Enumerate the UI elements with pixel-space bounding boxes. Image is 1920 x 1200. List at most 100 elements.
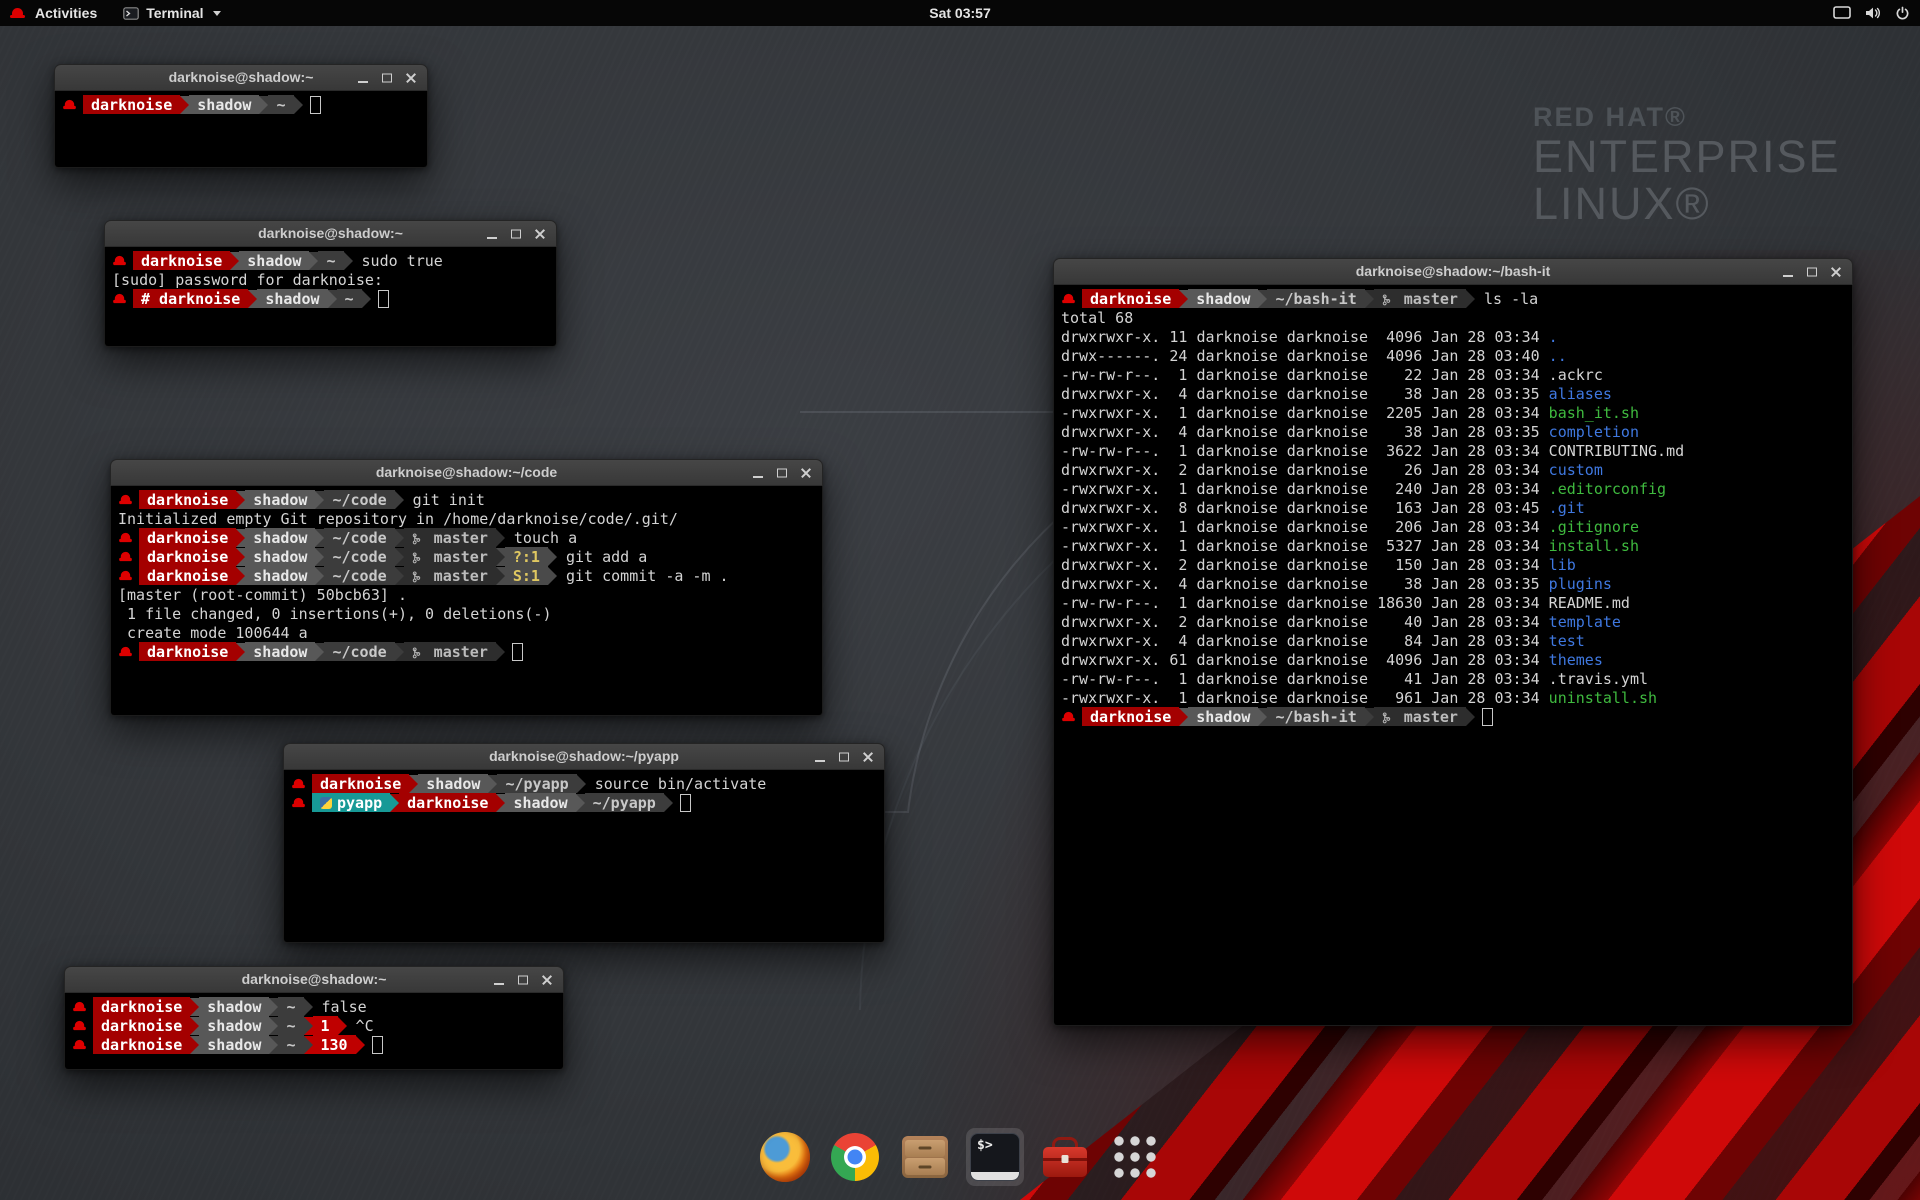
terminal-content[interactable]: darknoiseshadow~ sudo true[sudo] passwor… bbox=[104, 247, 557, 347]
terminal-line: # darknoiseshadow~ bbox=[112, 289, 549, 308]
prompt-segment-host: shadow bbox=[239, 251, 309, 270]
powerline-separator bbox=[1365, 290, 1374, 308]
prompt-segment-host: shadow bbox=[418, 774, 488, 793]
redhat-logo-icon bbox=[10, 7, 25, 20]
terminal-text: -rwxrwxr-x. 1 darknoise darknoise 5327 J… bbox=[1061, 537, 1549, 555]
window-titlebar[interactable]: darknoise@shadow:~ bbox=[104, 220, 557, 247]
terminal-text: git add a bbox=[557, 548, 647, 566]
terminal-text: uninstall.sh bbox=[1549, 689, 1657, 707]
rhel-brand-logo: RED HAT® ENTERPRISE LINUX® bbox=[1533, 102, 1841, 227]
powerline-separator bbox=[1179, 290, 1188, 308]
prompt-segment-path: ~/pyapp bbox=[585, 793, 664, 812]
terminal-line: -rwxrwxr-x. 1 darknoise darknoise 2205 J… bbox=[1061, 403, 1845, 422]
activities-button[interactable]: Activities bbox=[31, 0, 107, 26]
terminal-text: completion bbox=[1549, 423, 1639, 441]
chrome-icon bbox=[831, 1133, 879, 1181]
powerline-separator bbox=[395, 491, 404, 509]
powerline-separator bbox=[1466, 708, 1475, 726]
maximize-button[interactable] bbox=[511, 967, 535, 992]
powerline-separator bbox=[496, 567, 505, 585]
dock-item-toolbox[interactable] bbox=[1036, 1128, 1094, 1186]
powerline-separator bbox=[269, 1036, 278, 1054]
terminal-text: bash_it.sh bbox=[1549, 404, 1639, 422]
window-titlebar[interactable]: darknoise@shadow:~ bbox=[64, 966, 564, 993]
terminal-text: drwxrwxr-x. 8 darknoise darknoise 163 Ja… bbox=[1061, 499, 1549, 517]
terminal-text: .git bbox=[1549, 499, 1585, 517]
powerline-separator bbox=[395, 548, 404, 566]
terminal-line: darknoiseshadow~1 ^C bbox=[72, 1016, 556, 1035]
prompt-segment-path: ~/code bbox=[324, 490, 394, 509]
terminal-text: 1 file changed, 0 insertions(+), 0 delet… bbox=[118, 605, 551, 623]
terminal-text: git commit -a -m . bbox=[557, 567, 729, 585]
terminal-line: [sudo] password for darknoise: bbox=[112, 270, 549, 289]
minimize-button[interactable] bbox=[487, 967, 511, 992]
terminal-line: create mode 100644 a bbox=[118, 623, 815, 642]
close-button[interactable] bbox=[1824, 259, 1848, 284]
terminal-window-sudo: darknoise@shadow:~ darknoiseshadow~ sudo… bbox=[104, 220, 557, 347]
terminal-line: darknoiseshadow~/code master bbox=[118, 642, 815, 661]
terminal-line: darknoiseshadow~130 bbox=[72, 1035, 556, 1054]
app-menu-terminal[interactable]: Terminal bbox=[113, 0, 230, 26]
volume-icon[interactable] bbox=[1864, 6, 1882, 20]
terminal-line: darknoiseshadow~/code master touch a bbox=[118, 528, 815, 547]
powerline-separator bbox=[576, 794, 585, 812]
close-button[interactable] bbox=[794, 460, 818, 485]
minimize-button[interactable] bbox=[1776, 259, 1800, 284]
window-titlebar[interactable]: darknoise@shadow:~/code bbox=[110, 459, 823, 486]
maximize-button[interactable] bbox=[375, 65, 399, 90]
powerline-separator bbox=[230, 252, 239, 270]
terminal-text: create mode 100644 a bbox=[118, 624, 308, 642]
terminal-window-home-1: darknoise@shadow:~ darknoiseshadow~ bbox=[54, 64, 428, 168]
close-button[interactable] bbox=[528, 221, 552, 246]
window-titlebar[interactable]: darknoise@shadow:~/bash-it bbox=[1053, 258, 1853, 285]
terminal-content[interactable]: darknoiseshadow~ falsedarknoiseshadow~1 … bbox=[64, 993, 564, 1070]
prompt-segment-git: master bbox=[404, 566, 496, 585]
close-button[interactable] bbox=[535, 967, 559, 992]
close-button[interactable] bbox=[856, 744, 880, 769]
dock-item-files[interactable] bbox=[896, 1128, 954, 1186]
maximize-button[interactable] bbox=[1800, 259, 1824, 284]
dock-item-chrome[interactable] bbox=[826, 1128, 884, 1186]
chevron-down-icon bbox=[213, 11, 221, 16]
close-button[interactable] bbox=[399, 65, 423, 90]
terminal-text: .editorconfig bbox=[1549, 480, 1666, 498]
terminal-content[interactable]: darknoiseshadow~/code git initInitialize… bbox=[110, 486, 823, 716]
powerline-separator bbox=[338, 1017, 347, 1035]
terminal-content[interactable]: darknoiseshadow~/pyapp source bin/activa… bbox=[283, 770, 885, 943]
display-icon[interactable] bbox=[1833, 6, 1851, 20]
terminal-cursor bbox=[1482, 708, 1493, 726]
terminal-line: drwxrwxr-x. 2 darknoise darknoise 150 Ja… bbox=[1061, 555, 1845, 574]
minimize-button[interactable] bbox=[746, 460, 770, 485]
prompt-segment-user: darknoise bbox=[139, 566, 236, 585]
powerline-separator bbox=[315, 491, 324, 509]
terminal-text: aliases bbox=[1549, 385, 1612, 403]
maximize-button[interactable] bbox=[504, 221, 528, 246]
prompt-segment-path: ~/bash-it bbox=[1267, 707, 1364, 726]
maximize-button[interactable] bbox=[832, 744, 856, 769]
prompt-segment-git: master bbox=[404, 528, 496, 547]
maximize-button[interactable] bbox=[770, 460, 794, 485]
prompt-segment-git: master bbox=[404, 642, 496, 661]
window-titlebar[interactable]: darknoise@shadow:~/pyapp bbox=[283, 743, 885, 770]
terminal-content[interactable]: darknoiseshadow~ bbox=[54, 91, 428, 168]
minimize-button[interactable] bbox=[480, 221, 504, 246]
prompt-segment-host: shadow bbox=[199, 1035, 269, 1054]
redhat-icon bbox=[73, 1039, 86, 1050]
terminal-content[interactable]: darknoiseshadow~/bash-it master ls -lato… bbox=[1053, 285, 1853, 1026]
power-icon[interactable] bbox=[1895, 6, 1910, 21]
clock[interactable]: Sat 03:57 bbox=[929, 5, 990, 21]
minimize-button[interactable] bbox=[808, 744, 832, 769]
dock-item-firefox[interactable] bbox=[756, 1128, 814, 1186]
minimize-button[interactable] bbox=[351, 65, 375, 90]
window-titlebar[interactable]: darknoise@shadow:~ bbox=[54, 64, 428, 91]
app-grid-icon bbox=[1112, 1134, 1158, 1180]
dock-item-app-grid[interactable] bbox=[1106, 1128, 1164, 1186]
powerline-separator bbox=[1179, 708, 1188, 726]
redhat-icon bbox=[73, 1001, 86, 1012]
prompt-segment-path: ~/code bbox=[324, 547, 394, 566]
prompt-segment-host: shadow bbox=[199, 997, 269, 1016]
top-bar: Activities Terminal Sat 03:57 bbox=[0, 0, 1920, 26]
dock-item-terminal[interactable]: $> bbox=[966, 1128, 1024, 1186]
prompt-segment-user: darknoise bbox=[93, 1016, 190, 1035]
powerline-separator bbox=[496, 643, 505, 661]
